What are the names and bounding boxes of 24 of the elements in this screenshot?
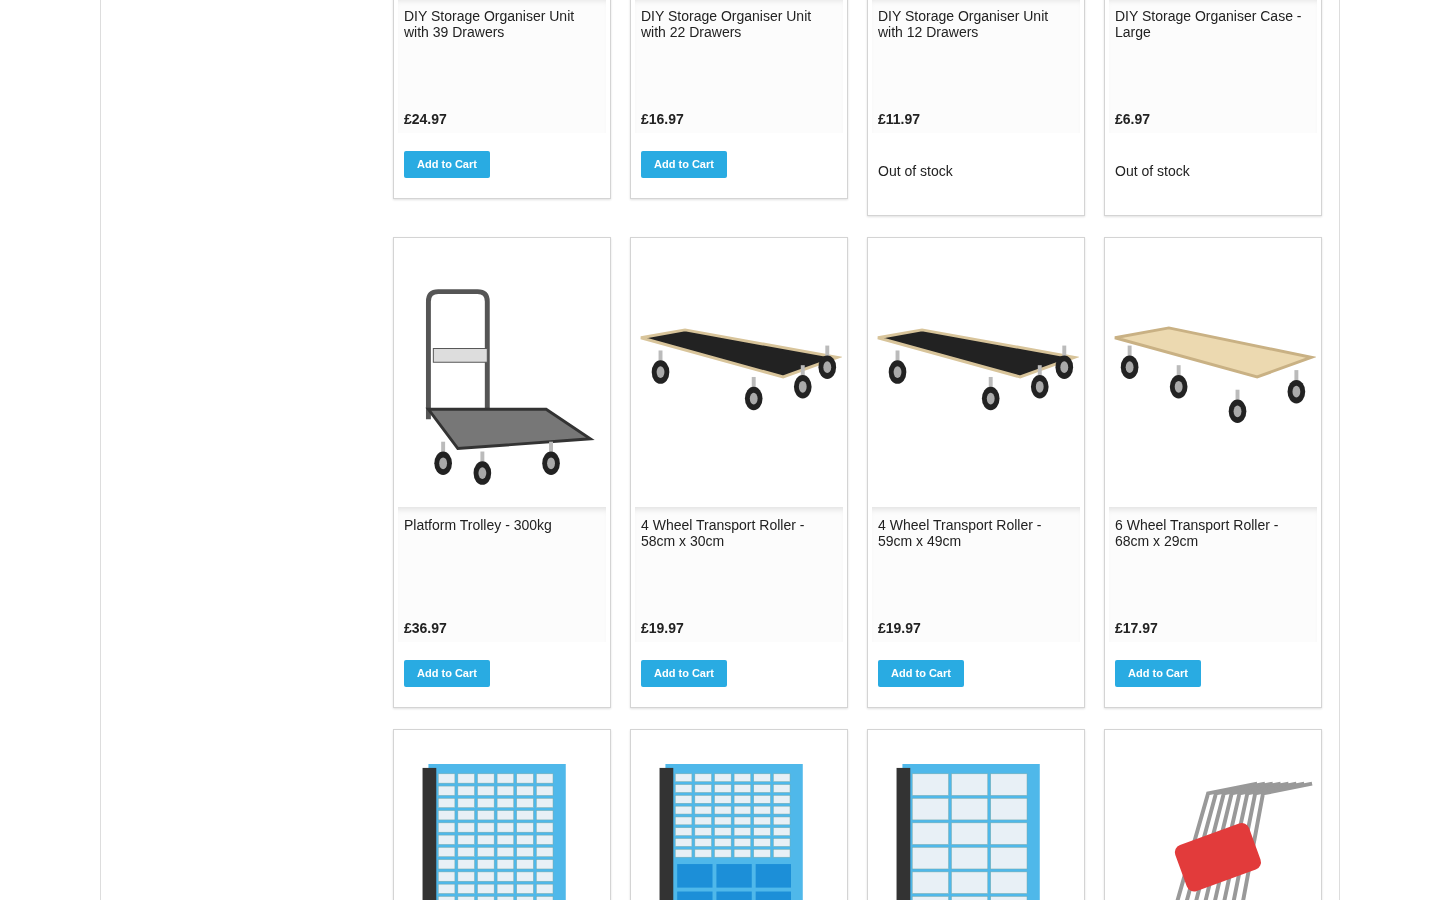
product-title: DIY Storage Organiser Unit with 39 Drawers <box>404 8 576 40</box>
add-to-cart-button[interactable]: Add to Cart <box>404 151 490 178</box>
product-price: £16.97 <box>641 110 685 129</box>
product-title: 4 Wheel Transport Roller - 59cm x 49cm <box>878 517 1043 549</box>
add-to-cart-button[interactable]: Add to Cart <box>404 660 490 687</box>
product-title: Platform Trolley - 300kg <box>404 517 553 533</box>
stock-status: Out of stock <box>1115 162 1191 181</box>
product-title: DIY Storage Organiser Unit with 22 Drawers <box>641 8 813 40</box>
product-price: £11.97 <box>878 110 922 129</box>
add-to-cart-button[interactable]: Add to Cart <box>641 151 727 178</box>
product-price: £17.97 <box>1115 619 1159 638</box>
product-price: £19.97 <box>878 619 922 638</box>
product-price: £19.97 <box>641 619 685 638</box>
product-price: £6.97 <box>1115 110 1152 129</box>
product-title: DIY Storage Organiser Unit with 12 Drawers <box>878 8 1050 40</box>
product-title: 6 Wheel Transport Roller - 68cm x 29cm <box>1115 517 1280 549</box>
add-to-cart-button[interactable]: Add to Cart <box>878 660 964 687</box>
product-title: DIY Storage Organiser Case - Large <box>1115 8 1303 40</box>
product-price: £36.97 <box>404 619 448 638</box>
product-price: £24.97 <box>404 110 448 129</box>
stock-status: Out of stock <box>878 162 954 181</box>
add-to-cart-button[interactable]: Add to Cart <box>641 660 727 687</box>
add-to-cart-button[interactable]: Add to Cart <box>1115 660 1201 687</box>
product-title: 4 Wheel Transport Roller - 58cm x 30cm <box>641 517 806 549</box>
